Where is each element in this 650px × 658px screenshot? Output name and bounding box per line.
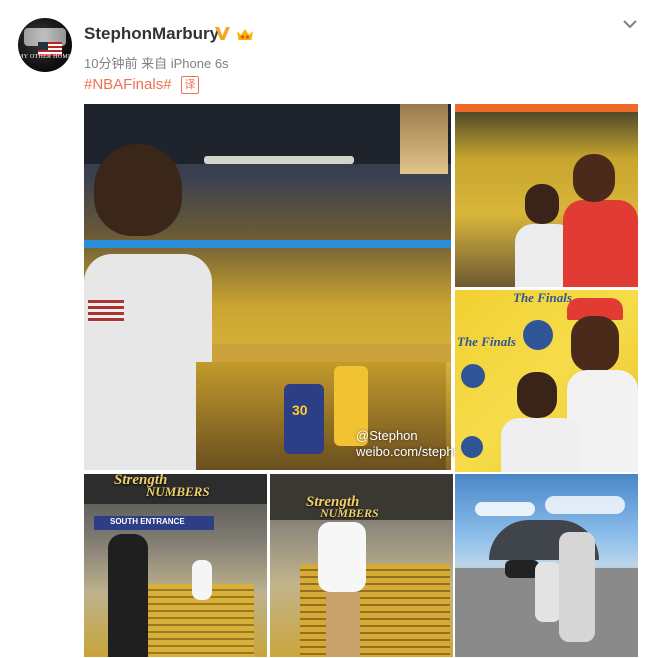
boy-shirt — [501, 418, 581, 472]
avatar-caption: MY OTHER HOME — [18, 54, 72, 60]
boy-white-shirt — [318, 522, 366, 592]
finals-logo-top: The Finals — [513, 290, 572, 305]
photo-stairs-1[interactable]: Strength NUMBERS SOUTH ENTRANCE — [84, 474, 267, 657]
watermark-handle: @Stephon — [356, 428, 418, 443]
banner-numbers: NUMBERS — [146, 484, 210, 499]
man-head — [571, 316, 619, 372]
post-meta: 10分钟前 来自 iPhone 6s — [84, 53, 229, 72]
username-link[interactable]: StephonMarbury — [84, 24, 219, 44]
man-hoodie — [563, 200, 638, 287]
boy-head — [525, 184, 559, 224]
boy-khakis — [326, 592, 360, 657]
source-prefix: 来自 — [141, 56, 168, 71]
warriors-logo — [461, 436, 483, 458]
man-walking — [108, 534, 148, 657]
boy-walking — [192, 560, 212, 600]
watermark-url: weibo.com/stephon — [356, 444, 469, 459]
source-device[interactable]: iPhone 6s — [171, 56, 229, 71]
shirt-flag-print — [88, 300, 124, 322]
vip-crown-icon[interactable] — [236, 27, 254, 42]
photo-stairs-2[interactable]: Strength NUMBERS — [270, 474, 453, 657]
chevron-down-icon[interactable] — [620, 16, 640, 32]
hashtag-link[interactable]: #NBAFinals# — [84, 76, 172, 93]
arena-banner — [455, 104, 638, 112]
car — [505, 560, 539, 578]
man-standing — [559, 532, 595, 642]
arena-lights — [204, 156, 354, 164]
warriors-logo — [461, 364, 485, 388]
warriors-logo — [523, 320, 553, 350]
photo-finals-backdrop[interactable]: The Finals The Finals — [455, 290, 638, 472]
verified-v-icon — [215, 27, 230, 40]
man-head — [573, 154, 615, 202]
photo-arena-boy[interactable]: 30 — [84, 104, 451, 470]
weibo-watermark: @Stephon weibo.com/stephon — [356, 428, 468, 460]
boy-head — [517, 372, 557, 418]
jumbotron — [400, 104, 448, 174]
boy-head — [94, 144, 182, 236]
post-time[interactable]: 10分钟前 — [84, 56, 137, 71]
fan-jersey — [284, 384, 324, 454]
user-avatar[interactable]: MY OTHER HOME — [18, 18, 72, 72]
cloud — [475, 502, 535, 516]
translate-button[interactable]: 译 — [181, 76, 199, 94]
led-ribbon — [84, 240, 451, 248]
cloud — [545, 496, 625, 514]
banner-numbers: NUMBERS — [320, 506, 379, 520]
jersey-number: 30 — [292, 402, 308, 418]
finals-logo-left: The Finals — [457, 334, 516, 349]
boy-standing — [535, 562, 561, 622]
photo-selfie-arena[interactable] — [455, 104, 638, 287]
photo-parking-lot[interactable] — [455, 474, 638, 657]
boy-shirt — [84, 254, 212, 470]
entrance-label: SOUTH ENTRANCE — [110, 517, 185, 526]
